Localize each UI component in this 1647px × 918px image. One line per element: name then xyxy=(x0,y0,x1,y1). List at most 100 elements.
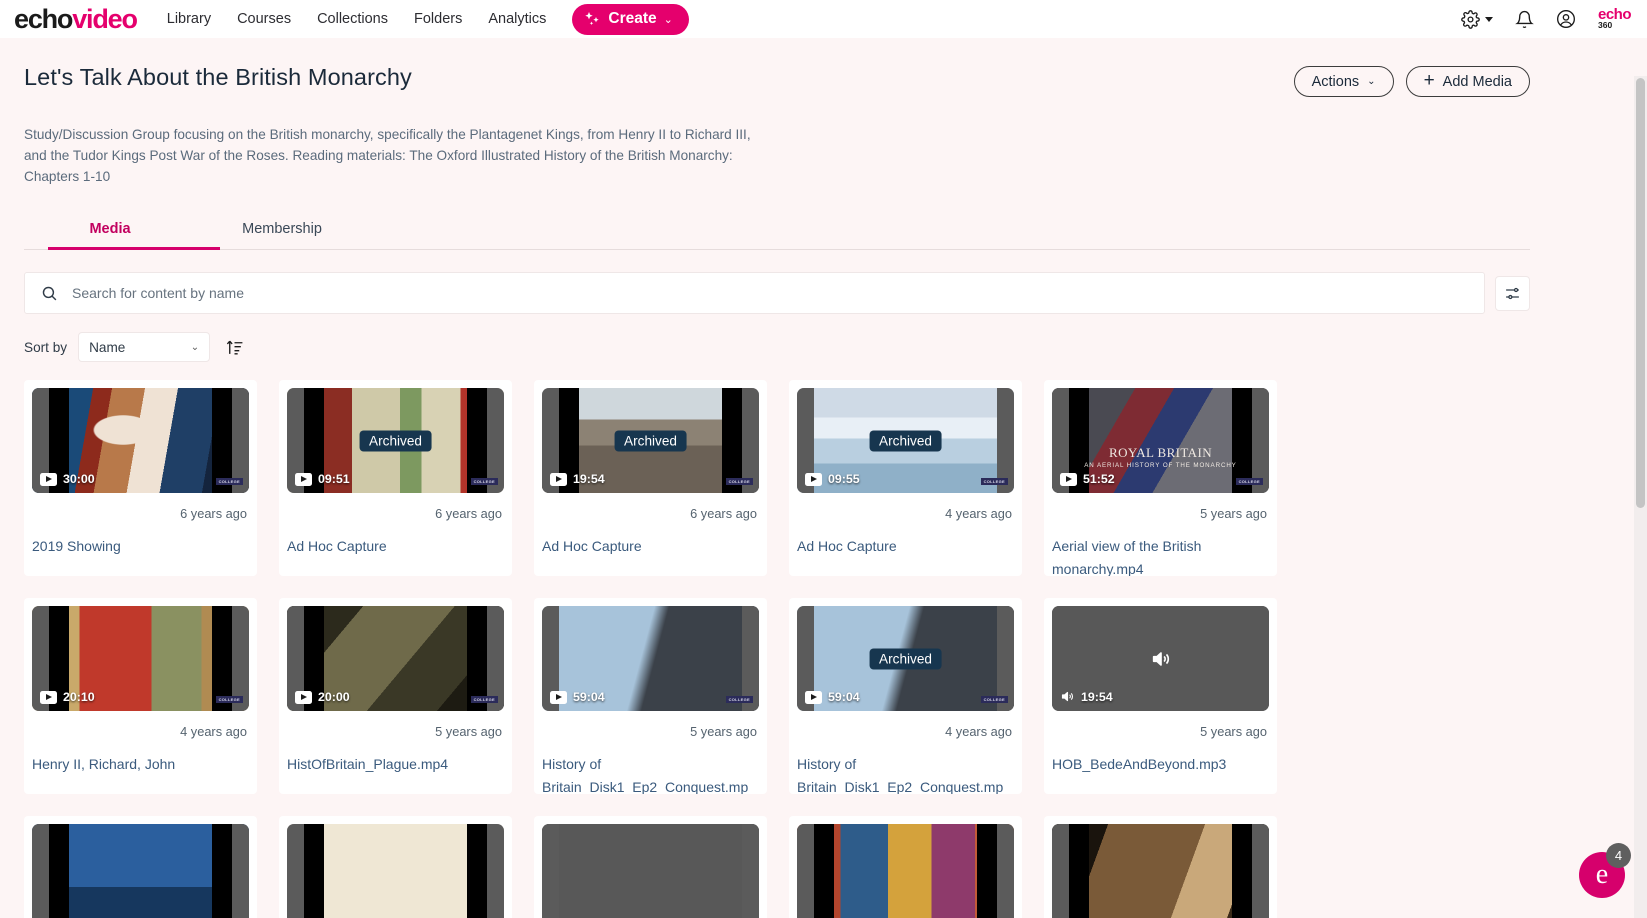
page-header-row: Let's Talk About the British Monarchy Ac… xyxy=(24,38,1530,97)
media-thumbnail[interactable]: ROYAL BRITAIN AN AERIAL HISTORY OF THE MO… xyxy=(1052,388,1269,494)
media-thumbnail[interactable] xyxy=(287,824,504,918)
media-title[interactable]: HOB_BedeAndBeyond.mp3 xyxy=(1052,739,1269,775)
media-card[interactable]: COLLEGE 20:10 4 years ago Henry II, Richard… xyxy=(24,598,257,795)
thumbnail-pillarbox-left xyxy=(304,824,324,918)
media-thumbnail[interactable]: COLLEGE 20:10 xyxy=(32,606,249,712)
media-card[interactable] xyxy=(1044,816,1277,918)
sliders-icon xyxy=(1506,287,1519,300)
thumbnail-watermark: COLLEGE xyxy=(215,696,243,704)
thumbnail-letterbox-right xyxy=(232,824,249,918)
page-scrollbar[interactable] xyxy=(1634,76,1647,918)
media-card[interactable]: ROYAL BRITAIN AN AERIAL HISTORY OF THE MO… xyxy=(1044,380,1277,577)
notifications-button[interactable] xyxy=(1515,10,1534,29)
media-card[interactable]: 19:54 5 years ago HOB_BedeAndBeyond.mp3 xyxy=(1044,598,1277,795)
media-card[interactable]: COLLEGE 09:51 Archived 6 years ago Ad Hoc Ca… xyxy=(279,380,512,577)
nav-link-courses[interactable]: Courses xyxy=(237,11,291,27)
primary-nav-links: Library Courses Collections Folders Anal… xyxy=(167,11,547,27)
thumbnail-pillarbox-right xyxy=(467,824,487,918)
media-thumbnail[interactable] xyxy=(1052,824,1269,918)
add-media-button[interactable]: + Add Media xyxy=(1405,66,1530,97)
media-thumbnail[interactable]: COLLEGE 59:04 xyxy=(542,606,759,712)
duration-text: 20:00 xyxy=(318,690,350,705)
media-card[interactable] xyxy=(279,816,512,918)
thumbnail-pillarbox-right xyxy=(977,824,997,918)
media-thumbnail[interactable]: COLLEGE 30:00 xyxy=(32,388,249,494)
thumbnail-watermark: COLLEGE xyxy=(215,478,243,486)
nav-link-collections[interactable]: Collections xyxy=(317,11,388,27)
thumbnail-letterbox-left xyxy=(542,824,559,918)
media-thumbnail[interactable] xyxy=(542,824,759,918)
echo360-logo[interactable]: echo 360 xyxy=(1598,7,1632,29)
nav-link-folders[interactable]: Folders xyxy=(414,11,462,27)
actions-button[interactable]: Actions ⌄ xyxy=(1293,66,1394,97)
create-button-label: Create xyxy=(608,10,657,27)
media-title[interactable]: Ad Hoc Capture xyxy=(797,521,1014,557)
media-thumbnail[interactable]: COLLEGE 09:55 Archived xyxy=(797,388,1014,494)
play-icon xyxy=(40,472,57,486)
sort-by-label: Sort by xyxy=(24,339,68,355)
media-thumbnail[interactable]: COLLEGE 20:00 xyxy=(287,606,504,712)
thumbnail-watermark: COLLEGE xyxy=(980,696,1008,704)
nav-link-library[interactable]: Library xyxy=(167,11,211,27)
nav-right-cluster: echo 360 xyxy=(1461,7,1632,29)
chat-widget-button[interactable]: e 4 xyxy=(1579,843,1631,898)
thumbnail-letterbox-left xyxy=(1052,824,1069,918)
thumbnail-letterbox-left xyxy=(32,824,49,918)
thumbnail-letterbox-right xyxy=(997,824,1014,918)
media-thumbnail[interactable]: 19:54 xyxy=(1052,606,1269,712)
media-title[interactable]: History of Britain_Disk1_Ep2_Conquest.mp xyxy=(542,739,759,794)
media-date: 5 years ago xyxy=(435,724,502,740)
media-card[interactable] xyxy=(24,816,257,918)
media-thumbnail[interactable]: COLLEGE 19:54 Archived xyxy=(542,388,759,494)
media-thumbnail[interactable] xyxy=(797,824,1014,918)
account-icon xyxy=(1556,10,1575,28)
sort-select[interactable]: Name ⌄ xyxy=(78,332,211,363)
media-title[interactable]: Aerial view of the British monarchy.mp4 xyxy=(1052,521,1269,576)
media-thumbnail[interactable]: COLLEGE 59:04 Archived xyxy=(797,606,1014,712)
media-card[interactable]: COLLEGE 59:04 Archived 4 years ago History o… xyxy=(789,598,1022,795)
sort-direction-button[interactable] xyxy=(221,334,247,360)
search-input[interactable] xyxy=(72,285,1468,302)
bell-icon xyxy=(1515,10,1534,28)
media-card[interactable]: COLLEGE 19:54 Archived 6 years ago Ad Hoc Ca… xyxy=(534,380,767,577)
media-date: 4 years ago xyxy=(945,506,1012,522)
duration-overlay: 51:52 xyxy=(1060,472,1115,486)
media-card[interactable] xyxy=(789,816,1022,918)
sort-ascending-icon xyxy=(226,340,242,355)
media-thumbnail[interactable] xyxy=(32,824,249,918)
chat-widget-icon: e xyxy=(1595,859,1609,890)
media-title[interactable]: History of Britain_Disk1_Ep2_Conquest.mp xyxy=(797,739,1014,794)
media-grid-partial-row xyxy=(24,816,1530,918)
media-card[interactable]: COLLEGE 30:00 6 years ago 2019 Showing xyxy=(24,380,257,577)
duration-text: 59:04 xyxy=(573,690,605,705)
account-button[interactable] xyxy=(1556,9,1576,29)
media-card[interactable]: COLLEGE 59:04 5 years ago History of Britai… xyxy=(534,598,767,795)
nav-link-analytics[interactable]: Analytics xyxy=(488,11,546,27)
scrollbar-thumb[interactable] xyxy=(1636,78,1645,508)
thumbnail-letterbox-left xyxy=(797,824,814,918)
duration-overlay: 19:54 xyxy=(550,472,605,486)
media-title[interactable]: Ad Hoc Capture xyxy=(287,521,504,557)
media-title[interactable]: HistOfBritain_Plague.mp4 xyxy=(287,739,504,775)
tab-media[interactable]: Media xyxy=(24,221,196,249)
media-card[interactable] xyxy=(534,816,767,918)
media-title[interactable]: Ad Hoc Capture xyxy=(542,521,759,557)
tab-membership[interactable]: Membership xyxy=(196,221,368,249)
page-body: Let's Talk About the British Monarchy Ac… xyxy=(0,38,1647,918)
media-card[interactable]: COLLEGE 20:00 5 years ago HistOfBritain_Pla… xyxy=(279,598,512,795)
gear-icon xyxy=(1461,9,1480,29)
filter-button[interactable] xyxy=(1495,275,1530,311)
media-title[interactable]: Henry II, Richard, John xyxy=(32,739,249,775)
media-card[interactable]: COLLEGE 09:55 Archived 4 years ago Ad Hoc Ca… xyxy=(789,380,1022,577)
create-button[interactable]: Create ⌄ xyxy=(572,3,689,35)
media-thumbnail[interactable]: COLLEGE 09:51 Archived xyxy=(287,388,504,494)
chevron-down-icon: ⌄ xyxy=(1367,76,1376,87)
duration-overlay: 30:00 xyxy=(40,472,95,486)
thumbnail-pillarbox-left xyxy=(1069,824,1089,918)
search-box[interactable] xyxy=(24,272,1485,315)
speaker-icon xyxy=(1061,692,1074,702)
media-title[interactable]: 2019 Showing xyxy=(32,521,249,557)
play-icon xyxy=(550,472,567,486)
echovideo-logo[interactable]: echo video xyxy=(14,5,138,33)
settings-menu-button[interactable] xyxy=(1461,9,1493,29)
